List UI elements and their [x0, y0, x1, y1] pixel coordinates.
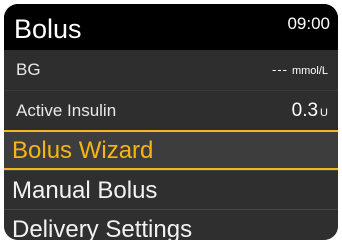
active-insulin-unit: U [320, 107, 328, 119]
header-bar: Bolus 09:00 [4, 4, 338, 50]
bg-value: --- mmol/L [272, 60, 328, 81]
menu-item-delivery-settings[interactable]: Delivery Settings [4, 209, 338, 240]
menu-item-manual-bolus[interactable]: Manual Bolus [4, 170, 338, 209]
menu-item-label: Delivery Settings [12, 216, 193, 240]
menu-item-label: Manual Bolus [12, 177, 158, 204]
page-title: Bolus [14, 14, 82, 44]
device-screen: Bolus 09:00 BG --- mmol/L Active Insulin … [4, 4, 338, 240]
active-insulin-row: Active Insulin 0.3 U [4, 90, 338, 131]
bg-value-text: --- [271, 62, 288, 77]
bg-label: BG [16, 60, 41, 79]
menu-item-bolus-wizard[interactable]: Bolus Wizard [4, 130, 338, 170]
active-insulin-value: 0.3 U [292, 101, 328, 123]
bg-row: BG --- mmol/L [4, 50, 338, 90]
active-insulin-label: Active Insulin [16, 101, 117, 120]
bg-unit: mmol/L [291, 65, 328, 77]
active-insulin-value-text: 0.3 [291, 100, 319, 121]
clock-time: 09:00 [287, 14, 330, 33]
menu-item-label: Bolus Wizard [12, 137, 154, 164]
